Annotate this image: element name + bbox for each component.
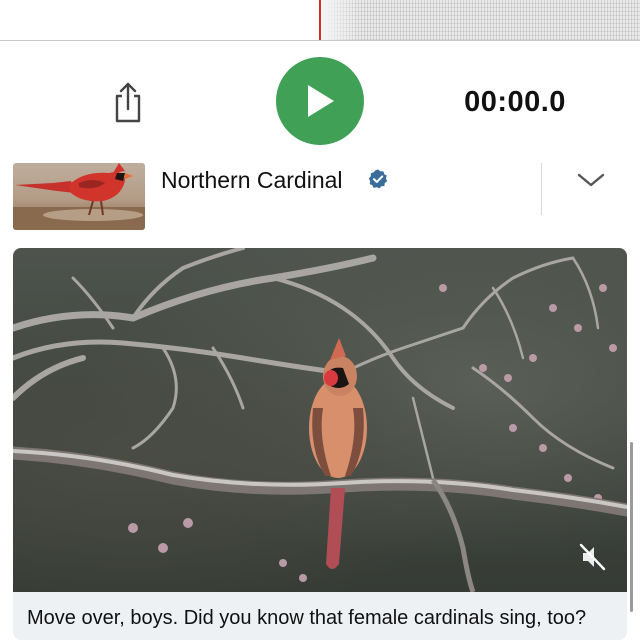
row-divider (541, 163, 542, 215)
verified-badge-icon (368, 169, 388, 189)
spectrogram[interactable] (0, 0, 640, 41)
expand-button[interactable] (570, 164, 612, 196)
scrollbar[interactable] (630, 442, 633, 612)
media-photo[interactable] (13, 248, 627, 593)
playhead[interactable] (319, 0, 321, 40)
spectrogram-noise (322, 0, 640, 40)
media-caption: Move over, boys. Did you know that femal… (27, 607, 587, 629)
female-cardinal-photo (13, 248, 627, 593)
cardinal-thumbnail-image (13, 163, 145, 230)
spectrogram-fade (322, 0, 362, 40)
play-button[interactable] (276, 57, 364, 145)
media-card[interactable]: Move over, boys. Did you know that femal… (13, 248, 627, 640)
playback-timer: 00:00.0 (464, 86, 566, 118)
muted-speaker-icon (579, 543, 606, 571)
play-icon (308, 85, 334, 117)
species-name[interactable]: Northern Cardinal (161, 165, 343, 195)
species-thumbnail[interactable] (13, 163, 145, 230)
mute-button[interactable] (575, 540, 609, 574)
chevron-down-icon (577, 173, 605, 187)
share-icon (115, 82, 141, 123)
share-button[interactable] (108, 80, 148, 124)
